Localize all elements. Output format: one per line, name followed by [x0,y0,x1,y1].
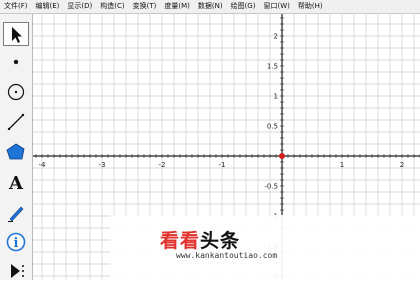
x-tick-label: 2 [400,161,404,169]
y-tick-label: 1.5 [267,63,278,71]
x-tick-label: 1 [340,161,344,169]
menu-bar: 文件(F) 编辑(E) 显示(D) 构造(C) 变换(T) 度量(M) 数据(N… [0,0,420,14]
svg-text:A: A [8,173,24,194]
point-tool[interactable] [3,50,29,74]
x-tick-label: -3 [99,161,106,169]
text-tool[interactable]: A [3,170,29,194]
menu-data[interactable]: 数据(N) [194,0,227,13]
pen-icon [8,206,24,222]
menu-transform[interactable]: 变换(T) [129,0,161,13]
line-segment-icon [7,113,25,131]
arrow-cursor-icon [12,27,22,43]
menu-graph[interactable]: 绘图(G) [227,0,260,13]
menu-file[interactable]: 文件(F) [0,0,32,13]
y-tick-label: 2 [274,33,278,41]
straightedge-tool[interactable] [3,110,29,134]
x-tick-label: -4 [39,161,47,169]
svg-text:i: i [14,236,19,251]
menu-window[interactable]: 窗口(W) [259,0,293,13]
watermark-overlay [110,215,420,280]
polygon-icon [6,143,25,160]
geometers-sketchpad-window: 文件(F) 编辑(E) 显示(D) 构造(C) 变换(T) 度量(M) 数据(N… [0,0,420,280]
selection-arrow-tool[interactable] [3,22,29,46]
point-icon [13,59,19,65]
information-tool[interactable]: i [3,230,29,254]
x-tick-label: -2 [159,161,166,169]
watermark-title-part2: 头条 [200,230,241,252]
origin-point [279,153,285,159]
tool-palette: A i [0,14,33,280]
custom-tool[interactable] [3,258,29,282]
marker-tool[interactable] [3,200,29,224]
y-tick-label: -0.5 [264,183,278,191]
menu-measure[interactable]: 度量(M) [160,0,194,13]
info-icon: i [6,232,26,252]
polygon-tool[interactable] [3,140,29,164]
watermark-logo-text: 看看头条 [160,226,240,253]
y-tick-label: 1 [274,93,278,101]
menu-help[interactable]: 帮助(H) [294,0,327,13]
text-a-icon: A [8,173,24,194]
watermark-title-part1: 看看 [160,230,201,252]
play-more-icon [11,264,24,278]
menu-display[interactable]: 显示(D) [63,0,96,13]
compass-tool[interactable] [3,80,29,104]
menu-construct[interactable]: 构造(C) [96,0,128,13]
y-tick-label: 0.5 [267,123,278,131]
circle-icon [7,83,25,101]
watermark-url: www.kankantoutiao.com [176,251,278,260]
x-tick-label: -1 [219,161,226,169]
menu-edit[interactable]: 编辑(E) [32,0,64,13]
